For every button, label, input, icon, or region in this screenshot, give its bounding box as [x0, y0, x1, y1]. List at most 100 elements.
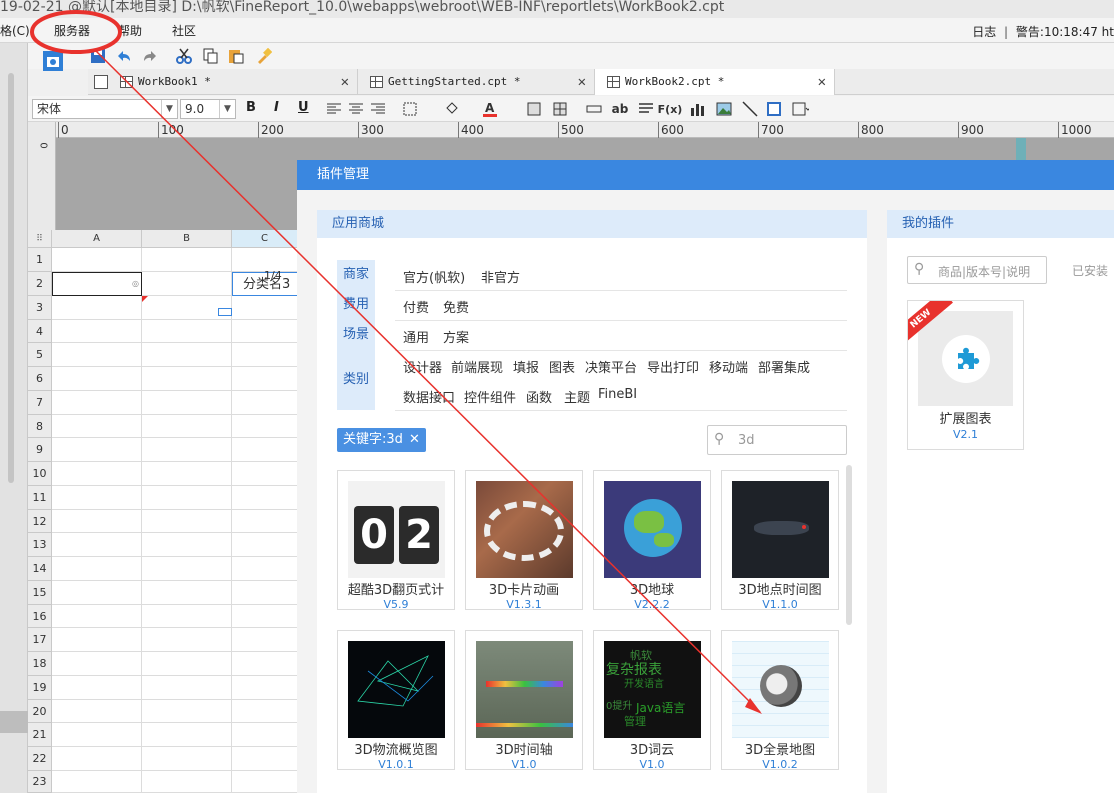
close-icon[interactable]: ✕: [578, 69, 586, 95]
filter-option-category[interactable]: 部署集成: [758, 357, 810, 376]
row-header-8[interactable]: 8: [28, 415, 52, 438]
filter-option-category[interactable]: 前端展现: [451, 357, 503, 376]
paste-icon[interactable]: [226, 46, 246, 66]
image-icon[interactable]: [714, 99, 734, 119]
row-header-10[interactable]: 10: [28, 462, 52, 486]
plugin-card-earth[interactable]: 3D地球 V2.2.2: [593, 470, 711, 611]
format-painter-icon[interactable]: [254, 46, 274, 66]
filter-option-unofficial[interactable]: 非官方: [481, 267, 520, 286]
row-header-9[interactable]: 9: [28, 438, 52, 462]
warning-text[interactable]: 警告:10:18:47 ht: [1016, 25, 1114, 39]
formula-icon[interactable]: F(x): [658, 99, 683, 119]
filter-option-category[interactable]: 决策平台: [585, 357, 637, 376]
row-header-20[interactable]: 20: [28, 700, 52, 723]
store-scrollbar[interactable]: [846, 465, 852, 625]
filter-option-general[interactable]: 通用: [403, 327, 429, 346]
filter-option-category[interactable]: 设计器: [403, 357, 442, 376]
log-link[interactable]: 日志: [972, 25, 996, 39]
close-icon[interactable]: ✕: [341, 69, 349, 95]
filter-option-free[interactable]: 免费: [443, 297, 469, 316]
row-header-2[interactable]: 2: [28, 272, 52, 296]
filter-option-category[interactable]: 导出打印: [647, 357, 699, 376]
template-icon[interactable]: [40, 45, 66, 75]
filter-option-category[interactable]: 主题: [564, 387, 590, 406]
row-header-1[interactable]: 1: [28, 248, 52, 272]
font-family-select[interactable]: 宋体 ▼: [32, 99, 178, 119]
text-icon[interactable]: ab: [610, 99, 630, 119]
store-search-input[interactable]: ⚲ 3d: [707, 425, 847, 455]
row-header-18[interactable]: 18: [28, 652, 52, 676]
column-header-b[interactable]: B: [142, 230, 232, 248]
spreadsheet-grid[interactable]: ⠿ A B C 1 2 3 4 5 6 7 8 9 10 11 12 13 14 15 16 17 18 19 20 2…: [28, 230, 298, 793]
row-header-23[interactable]: 23: [28, 771, 52, 793]
tab-workbook2[interactable]: WorkBook2.cpt * ✕: [595, 69, 835, 95]
filter-option-official[interactable]: 官方(帆软): [403, 267, 465, 286]
select-all-corner[interactable]: ⠿: [28, 230, 52, 248]
row-header-22[interactable]: 22: [28, 747, 52, 771]
border-icon[interactable]: [400, 99, 420, 119]
menu-help[interactable]: 帮助: [118, 22, 142, 39]
bold-button[interactable]: B: [246, 100, 256, 115]
row-header-6[interactable]: 6: [28, 367, 52, 391]
filter-option-category[interactable]: 填报: [513, 357, 539, 376]
row-header-3[interactable]: 3: [28, 296, 52, 320]
align-left-icon[interactable]: [324, 99, 344, 119]
underline-button[interactable]: U: [298, 100, 309, 115]
filter-option-category[interactable]: 函数: [526, 387, 552, 406]
row-header-11[interactable]: 11: [28, 486, 52, 510]
row-header-15[interactable]: 15: [28, 581, 52, 605]
plugin-card-flip-counter[interactable]: 0 2 超酷3D翻页式计 V5.9: [337, 470, 455, 611]
cell-a2-selected[interactable]: ◎: [52, 272, 142, 296]
my-plugins-search-input[interactable]: ⚲ 商品|版本号|说明: [907, 256, 1047, 284]
filter-option-category[interactable]: 数据接口: [403, 387, 455, 406]
filter-option-category[interactable]: FineBI: [598, 387, 637, 402]
tab-workbook1[interactable]: WorkBook1 * ✕: [108, 69, 358, 95]
save-icon[interactable]: [88, 46, 108, 66]
plugin-card-location-time[interactable]: 3D地点时间图 V1.1.0: [721, 470, 839, 611]
plugin-card-panorama-map[interactable]: 3D全景地图 V1.0.2: [721, 630, 839, 771]
split-icon[interactable]: [550, 99, 570, 119]
fill-handle[interactable]: [218, 308, 232, 316]
frame-icon[interactable]: [790, 99, 810, 119]
italic-button[interactable]: I: [274, 100, 279, 115]
align-right-icon[interactable]: [368, 99, 388, 119]
filter-option-category[interactable]: 控件组件: [464, 387, 516, 406]
row-header-4[interactable]: 4: [28, 320, 52, 343]
left-scrollbar[interactable]: [8, 73, 14, 483]
redo-icon[interactable]: [140, 46, 160, 66]
plugin-card-word-cloud[interactable]: 帆软 复杂报表 开发语言 Java语言 管理 0提升 3D词云 V1.0: [593, 630, 711, 771]
font-size-select[interactable]: 9.0 ▼: [180, 99, 236, 119]
keyword-chip[interactable]: 关键字:3d ✕: [337, 428, 426, 452]
column-header-c[interactable]: C: [232, 230, 298, 248]
row-header-13[interactable]: 13: [28, 533, 52, 557]
plugin-card-card-animation[interactable]: 3D卡片动画 V1.3.1: [465, 470, 583, 611]
row-header-19[interactable]: 19: [28, 676, 52, 700]
column-header-a[interactable]: A: [52, 230, 142, 248]
row-header-5[interactable]: 5: [28, 343, 52, 367]
merge-icon[interactable]: [524, 99, 544, 119]
plugin-card-logistics[interactable]: 3D物流概览图 V1.0.1: [337, 630, 455, 771]
rich-text-icon[interactable]: [636, 99, 656, 119]
plugin-card-timeline[interactable]: 3D时间轴 V1.0: [465, 630, 583, 771]
cut-icon[interactable]: [174, 46, 194, 66]
row-header-21[interactable]: 21: [28, 723, 52, 747]
installed-plugin-card[interactable]: NEW 扩展图表 V2.1: [907, 300, 1024, 450]
left-panel-tab[interactable]: [0, 711, 28, 733]
menu-format[interactable]: 格(C): [0, 22, 30, 39]
row-header-16[interactable]: 16: [28, 605, 52, 628]
undo-icon[interactable]: [114, 46, 134, 66]
filter-option-paid[interactable]: 付费: [403, 297, 429, 316]
text-field-icon[interactable]: [584, 99, 604, 119]
chart-icon[interactable]: [688, 99, 708, 119]
menu-community[interactable]: 社区: [172, 22, 196, 39]
slash-icon[interactable]: [740, 99, 760, 119]
row-header-17[interactable]: 17: [28, 628, 52, 652]
align-center-icon[interactable]: [346, 99, 366, 119]
sub-report-icon[interactable]: [764, 99, 784, 119]
font-color-icon[interactable]: A: [480, 99, 500, 119]
filter-option-category[interactable]: 移动端: [709, 357, 748, 376]
row-header-12[interactable]: 12: [28, 510, 52, 533]
filter-option-category[interactable]: 图表: [549, 357, 575, 376]
row-header-14[interactable]: 14: [28, 557, 52, 581]
filter-option-solution[interactable]: 方案: [443, 327, 469, 346]
